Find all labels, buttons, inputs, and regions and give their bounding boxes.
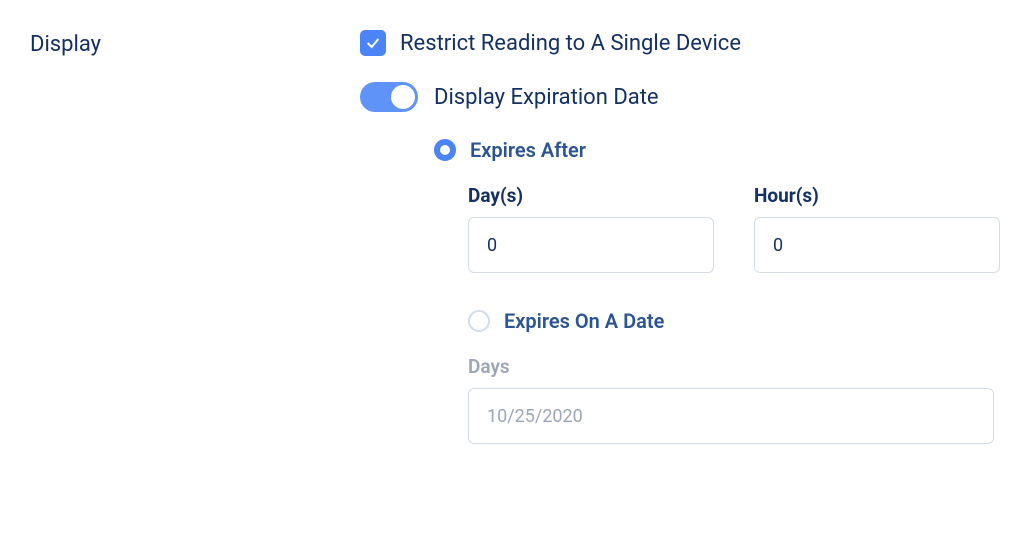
expires-after-radio[interactable]	[434, 139, 456, 161]
date-input[interactable]	[468, 388, 994, 444]
restrict-device-row: Restrict Reading to A Single Device	[360, 30, 1024, 56]
restrict-device-checkbox[interactable]	[360, 30, 386, 56]
section-label: Display	[30, 30, 360, 57]
days-input[interactable]	[468, 217, 714, 273]
hours-input[interactable]	[754, 217, 1000, 273]
expires-on-date-label: Expires On A Date	[504, 309, 664, 333]
check-icon	[365, 35, 381, 51]
settings-panel: Restrict Reading to A Single Device Disp…	[360, 30, 1024, 444]
expires-after-fields: Day(s) Hour(s)	[468, 184, 1024, 273]
expires-after-row: Expires After	[434, 138, 1024, 162]
expires-after-label: Expires After	[470, 138, 586, 162]
date-label: Days	[468, 355, 1024, 378]
expiration-toggle-label: Display Expiration Date	[434, 85, 659, 110]
hours-label: Hour(s)	[754, 184, 1000, 207]
expiration-toggle[interactable]	[360, 82, 418, 112]
days-label: Day(s)	[468, 184, 714, 207]
expires-on-date-radio[interactable]	[468, 310, 490, 332]
hours-field-group: Hour(s)	[754, 184, 1000, 273]
restrict-device-label: Restrict Reading to A Single Device	[400, 31, 741, 56]
expiration-toggle-row: Display Expiration Date	[360, 82, 1024, 112]
date-field-group: Days	[468, 355, 1024, 444]
toggle-knob	[391, 85, 415, 109]
expires-on-date-row: Expires On A Date	[468, 309, 1024, 333]
days-field-group: Day(s)	[468, 184, 714, 273]
